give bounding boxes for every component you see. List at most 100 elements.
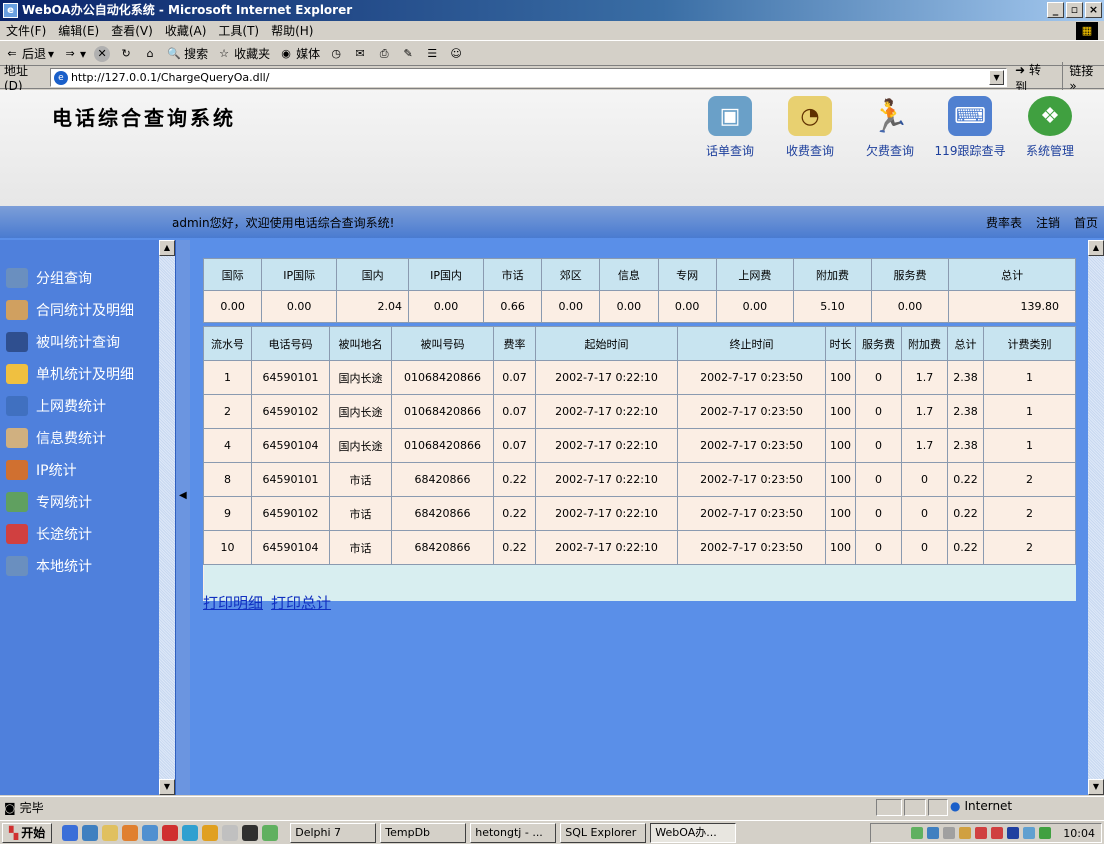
sidebar-item-local-stats[interactable]: 本地统计 bbox=[6, 550, 134, 582]
sidebar-item-callee-stats[interactable]: 被叫统计查询 bbox=[6, 326, 134, 358]
stop-icon[interactable]: ✕ bbox=[94, 45, 111, 62]
start-button[interactable]: ▚ 开始 bbox=[2, 822, 53, 843]
print-total-link[interactable]: 打印总计 bbox=[271, 592, 331, 613]
main-scrollbar[interactable]: ▲ ▼ bbox=[1088, 240, 1104, 795]
sidebar-item-group-query[interactable]: 分组查询 bbox=[6, 262, 134, 294]
sidebar-scrollbar[interactable]: ▲ ▼ bbox=[159, 240, 175, 795]
sidebar-item-contract-stats[interactable]: 合同统计及明细 bbox=[6, 294, 134, 326]
delphi2-quicklaunch-icon[interactable] bbox=[202, 824, 219, 841]
sql-quicklaunch-icon[interactable] bbox=[142, 824, 159, 841]
edit-icon[interactable]: ✎ bbox=[400, 46, 416, 62]
cell-place: 国内长途 bbox=[329, 394, 392, 429]
maximize-button[interactable]: ▫ bbox=[1066, 2, 1083, 18]
sidebar-item-info-fee[interactable]: 信息费统计 bbox=[6, 422, 134, 454]
cell-serial: 8 bbox=[203, 462, 252, 497]
collapse-arrow-icon[interactable]: ◀ bbox=[179, 490, 187, 501]
refresh-icon[interactable]: ↻ bbox=[118, 46, 134, 62]
sidebar-item-ip-stats[interactable]: IP统计 bbox=[6, 454, 134, 486]
history-icon[interactable]: ◷ bbox=[328, 46, 344, 62]
sidebar-item-internet-fee[interactable]: 上网费统计 bbox=[6, 390, 134, 422]
folder-quicklaunch-icon[interactable] bbox=[222, 824, 239, 841]
task-weboa[interactable]: WebOA办... bbox=[650, 822, 737, 843]
close-button[interactable]: × bbox=[1085, 2, 1102, 18]
outlook-quicklaunch-icon[interactable] bbox=[82, 824, 99, 841]
mail-icon[interactable]: ✉ bbox=[352, 46, 368, 62]
tray-icon[interactable] bbox=[959, 827, 972, 839]
address-dropdown-icon[interactable]: ▼ bbox=[989, 70, 1005, 85]
menu-edit[interactable]: 编辑(E) bbox=[58, 22, 99, 39]
task-sql-explorer[interactable]: SQL Explorer bbox=[560, 822, 647, 843]
tray-icon[interactable] bbox=[927, 827, 940, 839]
cubes-icon: ❖ bbox=[1028, 96, 1072, 136]
cell-start: 2002-7-17 0:22:10 bbox=[535, 530, 678, 565]
ime-icon[interactable] bbox=[1007, 827, 1020, 839]
discuss-icon[interactable]: ☰ bbox=[424, 46, 440, 62]
ie-quicklaunch-icon[interactable] bbox=[62, 824, 79, 841]
favorites-button[interactable]: ☆ 收藏夹 bbox=[216, 45, 270, 62]
cell-end: 2002-7-17 0:23:50 bbox=[677, 462, 826, 497]
delphi-quicklaunch-icon[interactable] bbox=[122, 824, 139, 841]
sidebar-item-single-phone-stats[interactable]: 单机统计及明细 bbox=[6, 358, 134, 390]
print-icon[interactable]: ⎙ bbox=[376, 46, 392, 62]
paint-quicklaunch-icon[interactable] bbox=[262, 824, 279, 841]
links-button[interactable]: 链接 » bbox=[1062, 62, 1104, 93]
scroll-up-icon[interactable]: ▲ bbox=[159, 240, 175, 256]
cell-place: 国内长途 bbox=[329, 428, 392, 463]
task-tempdb[interactable]: TempDb bbox=[380, 822, 467, 843]
sidebar-item-private-network[interactable]: 专网统计 bbox=[6, 486, 134, 518]
network-tray-icon[interactable] bbox=[991, 827, 1004, 839]
cell-end: 2002-7-17 0:23:50 bbox=[677, 530, 826, 565]
menubar: 文件(F) 编辑(E) 查看(V) 收藏(A) 工具(T) 帮助(H) ▦ bbox=[0, 21, 1104, 41]
menu-view[interactable]: 查看(V) bbox=[111, 22, 153, 39]
back-button[interactable]: ⇐ 后退 ▾ bbox=[4, 45, 54, 62]
forward-button[interactable]: ⇒ ▾ bbox=[62, 46, 86, 62]
menu-favorites[interactable]: 收藏(A) bbox=[165, 22, 207, 39]
logout-link[interactable]: 注销 bbox=[1036, 214, 1060, 231]
scroll-up-icon[interactable]: ▲ bbox=[1088, 240, 1104, 256]
minimize-button[interactable]: _ bbox=[1047, 2, 1064, 18]
explorer-quicklaunch-icon[interactable] bbox=[102, 824, 119, 841]
address-input[interactable]: e http://127.0.0.1/ChargeQueryOa.dll/ ▼ bbox=[49, 68, 1008, 87]
messenger-icon[interactable]: ☺ bbox=[448, 46, 464, 62]
bell-icon bbox=[6, 364, 28, 384]
cell-total: 2.38 bbox=[947, 428, 984, 463]
task-delphi[interactable]: Delphi 7 bbox=[290, 822, 377, 843]
cell-service: 0 bbox=[855, 428, 902, 463]
home-icon[interactable]: ⌂ bbox=[142, 46, 158, 62]
task-hetongtj[interactable]: hetongtj - ... bbox=[470, 822, 557, 843]
scroll-down-icon[interactable]: ▼ bbox=[159, 779, 175, 795]
table-row: 2 64590102 国内长途 01068420866 0.07 2002-7-17 0:… bbox=[203, 394, 1076, 429]
scroll-down-icon[interactable]: ▼ bbox=[1088, 779, 1104, 795]
media-button[interactable]: ◉ 媒体 bbox=[278, 45, 320, 62]
detail-header: 费率 bbox=[493, 326, 536, 361]
nav-charge-query[interactable]: ◔ 收费查询 bbox=[770, 96, 850, 159]
app-quicklaunch-icon[interactable] bbox=[162, 824, 179, 841]
menu-file[interactable]: 文件(F) bbox=[6, 22, 46, 39]
cell-surcharge: 1.7 bbox=[901, 360, 948, 395]
tray-icon[interactable] bbox=[1023, 827, 1036, 839]
cmd-quicklaunch-icon[interactable] bbox=[242, 824, 259, 841]
nav-119-tracking[interactable]: ⌨ 119跟踪查寻 bbox=[930, 96, 1010, 159]
tray-icon[interactable] bbox=[911, 827, 924, 839]
sidebar-item-long-distance[interactable]: 长途统计 bbox=[6, 518, 134, 550]
nav-system-admin[interactable]: ❖ 系统管理 bbox=[1010, 96, 1090, 159]
tray-icon[interactable] bbox=[1039, 827, 1052, 839]
search-button[interactable]: 🔍 搜索 bbox=[166, 45, 208, 62]
menu-tools[interactable]: 工具(T) bbox=[218, 22, 259, 39]
nav-arrears-query[interactable]: 🏃 欠费查询 bbox=[850, 96, 930, 159]
table-row: 9 64590102 市话 68420866 0.22 2002-7-17 0:22:10… bbox=[203, 496, 1076, 531]
summary-value: 0.00 bbox=[541, 290, 601, 323]
volume-icon[interactable] bbox=[943, 827, 956, 839]
print-detail-link[interactable]: 打印明细 bbox=[203, 592, 263, 613]
nav-call-records[interactable]: ▣ 话单查询 bbox=[690, 96, 770, 159]
menu-help[interactable]: 帮助(H) bbox=[271, 22, 313, 39]
cell-serial: 1 bbox=[203, 360, 252, 395]
cell-start: 2002-7-17 0:22:10 bbox=[535, 428, 678, 463]
home-link[interactable]: 首页 bbox=[1074, 214, 1098, 231]
cell-duration: 100 bbox=[825, 360, 856, 395]
db-quicklaunch-icon[interactable] bbox=[182, 824, 199, 841]
frame-splitter[interactable]: ◀ bbox=[176, 240, 190, 795]
cell-phone: 64590101 bbox=[251, 360, 330, 395]
network-tray-icon[interactable] bbox=[975, 827, 988, 839]
rate-table-link[interactable]: 费率表 bbox=[986, 214, 1022, 231]
